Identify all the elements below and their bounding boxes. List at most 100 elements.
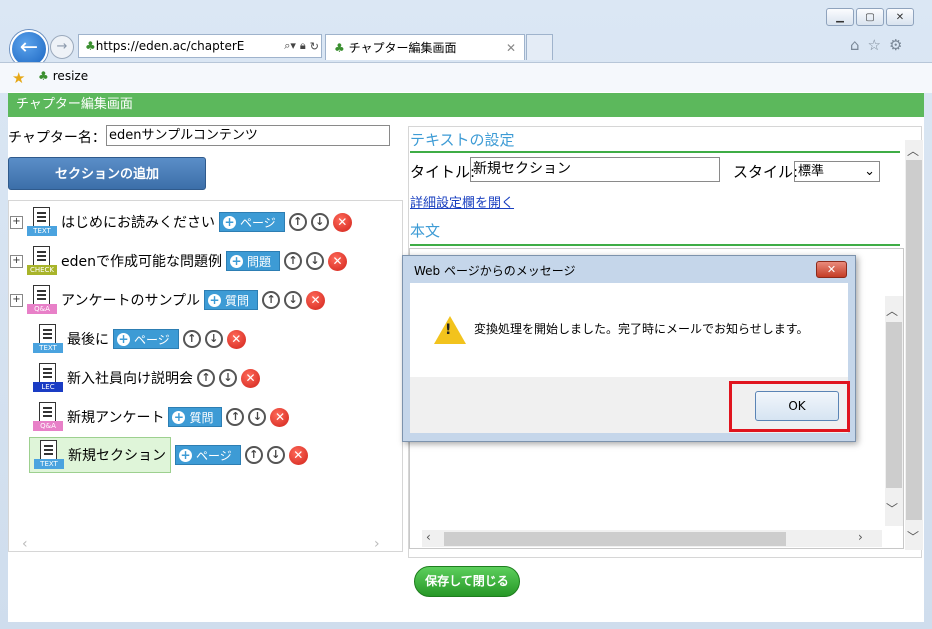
- add-page-button[interactable]: + ページ: [219, 212, 285, 232]
- move-down-icon[interactable]: ↓: [306, 252, 325, 270]
- minimize-button[interactable]: ▁: [826, 8, 854, 26]
- move-up-icon[interactable]: ↑: [262, 291, 281, 309]
- favorites-bar: [0, 62, 932, 93]
- text-settings-heading: テキストの設定: [410, 129, 900, 153]
- chapter-name-input[interactable]: edenサンプルコンテンツ: [106, 125, 390, 146]
- item-label[interactable]: 最後に: [67, 329, 109, 349]
- style-label: スタイル:: [733, 163, 799, 181]
- add-favorite-icon[interactable]: ★: [12, 69, 25, 87]
- list-item[interactable]: LEC 新入社員向け説明会 ↑ ↓ ✕: [33, 363, 260, 393]
- search-icon[interactable]: ⌕▾: [284, 39, 296, 53]
- add-question-button[interactable]: + 質問: [204, 290, 259, 310]
- favorite-resize[interactable]: ♣ resize: [38, 69, 88, 83]
- style-select[interactable]: 標準 ⌄: [794, 161, 880, 182]
- item-label[interactable]: はじめにお読みください: [61, 212, 215, 232]
- move-up-icon[interactable]: ↑: [284, 252, 303, 270]
- chapter-name-label: チャプター名：: [8, 130, 106, 146]
- maximize-button[interactable]: ▢: [856, 8, 884, 26]
- add-section-button[interactable]: セクションの追加: [8, 157, 206, 190]
- item-label[interactable]: アンケートのサンプル: [61, 290, 200, 310]
- item-label[interactable]: 新規セクション: [68, 445, 166, 465]
- item-label[interactable]: 新入社員向け説明会: [67, 368, 193, 388]
- add-question-button[interactable]: + 質問: [168, 407, 223, 427]
- move-up-icon[interactable]: ↑: [288, 213, 307, 231]
- window-controls: ▁ ▢ ✕: [826, 8, 914, 26]
- tab-close-icon[interactable]: ✕: [506, 41, 516, 55]
- window-close-button[interactable]: ✕: [886, 8, 914, 26]
- list-item[interactable]: + Q&A アンケートのサンプル + 質問 ↑ ↓ ✕: [10, 285, 326, 315]
- move-up-icon[interactable]: ↑: [197, 369, 215, 387]
- move-down-icon[interactable]: ↓: [204, 330, 223, 348]
- text-doc-icon: TEXT: [33, 324, 63, 354]
- style-value: 標準: [798, 164, 825, 179]
- ok-button[interactable]: OK: [755, 391, 839, 421]
- move-up-icon[interactable]: ↑: [226, 408, 245, 426]
- add-question-button[interactable]: + 問題: [226, 251, 281, 271]
- list-item[interactable]: TEXT 最後に + ページ ↑ ↓ ✕: [33, 324, 246, 354]
- address-bar[interactable]: ♣ https://eden.ac/chapterE ⌕▾ 🔒︎ ↻: [78, 34, 322, 58]
- home-icon[interactable]: ⌂: [850, 36, 860, 54]
- gear-icon[interactable]: ⚙: [889, 36, 902, 54]
- move-down-icon[interactable]: ↓: [310, 213, 329, 231]
- warning-mark: !: [445, 322, 452, 338]
- editor-scroll-left-icon[interactable]: ‹: [426, 530, 431, 544]
- address-url[interactable]: https://eden.ac/chapterE: [96, 39, 282, 53]
- dialog-message: 変換処理を開始しました。完了時にメールでお知らせします。: [474, 322, 809, 336]
- move-up-icon[interactable]: ↑: [244, 446, 263, 464]
- move-up-icon[interactable]: ↑: [182, 330, 201, 348]
- expand-icon[interactable]: +: [10, 254, 23, 268]
- qa-doc-icon: Q&A: [33, 402, 63, 432]
- lec-doc-icon: LEC: [33, 363, 63, 393]
- delete-icon[interactable]: ✕: [328, 251, 348, 271]
- editor-scroll-right-icon[interactable]: ›: [858, 530, 863, 544]
- editor-scroll-down-icon[interactable]: ﹀: [886, 500, 898, 517]
- add-page-button[interactable]: + ページ: [175, 445, 241, 465]
- body-heading: 本文: [410, 220, 900, 246]
- title-label: タイトル:: [410, 163, 476, 181]
- delete-icon[interactable]: ✕: [288, 445, 308, 465]
- page-scroll-down-icon[interactable]: ﹀: [907, 528, 919, 545]
- selected-item[interactable]: TEXT 新規セクション: [29, 437, 171, 473]
- open-details-link[interactable]: 詳細設定欄を開く: [410, 192, 514, 211]
- page-title: チャプター編集画面: [8, 93, 924, 117]
- editor-horizontal-thumb[interactable]: [444, 532, 786, 546]
- delete-icon[interactable]: ✕: [226, 329, 246, 349]
- list-item-selected[interactable]: TEXT 新規セクション + ページ ↑ ↓ ✕: [29, 437, 308, 473]
- delete-icon[interactable]: ✕: [332, 212, 352, 232]
- save-and-close-button[interactable]: 保存して閉じる: [414, 566, 520, 597]
- move-down-icon[interactable]: ↓: [219, 369, 237, 387]
- add-page-button[interactable]: + ページ: [113, 329, 179, 349]
- delete-icon[interactable]: ✕: [241, 368, 260, 388]
- expand-icon[interactable]: +: [10, 293, 23, 307]
- tab-chapter-edit[interactable]: ♣ チャプター編集画面 ✕: [325, 34, 525, 60]
- scroll-right-icon[interactable]: ›: [374, 536, 380, 552]
- move-down-icon[interactable]: ↓: [248, 408, 267, 426]
- expand-icon[interactable]: +: [10, 215, 23, 229]
- item-label[interactable]: edenで作成可能な問題例: [61, 251, 222, 271]
- list-item[interactable]: + CHECK edenで作成可能な問題例 + 問題 ↑ ↓ ✕: [10, 246, 348, 276]
- move-down-icon[interactable]: ↓: [266, 446, 285, 464]
- delete-icon[interactable]: ✕: [270, 407, 290, 427]
- editor-scroll-up-icon[interactable]: ︿: [886, 302, 898, 319]
- favorites-star-icon[interactable]: ☆: [868, 36, 881, 54]
- qa-doc-icon: Q&A: [27, 285, 57, 315]
- delete-icon[interactable]: ✕: [306, 290, 326, 310]
- lock-icon[interactable]: 🔒︎: [300, 39, 306, 53]
- text-doc-icon: TEXT: [34, 440, 64, 470]
- item-label[interactable]: 新規アンケート: [67, 407, 164, 427]
- title-input[interactable]: 新規セクション: [470, 157, 720, 182]
- list-item[interactable]: + TEXT はじめにお読みください + ページ ↑ ↓ ✕: [10, 207, 352, 237]
- text-doc-icon: TEXT: [27, 207, 57, 237]
- new-tab-button[interactable]: [526, 34, 553, 60]
- scroll-left-icon[interactable]: ‹: [22, 536, 28, 552]
- move-down-icon[interactable]: ↓: [284, 291, 303, 309]
- tab-site-icon: ♣: [334, 40, 349, 55]
- list-item[interactable]: Q&A 新規アンケート + 質問 ↑ ↓ ✕: [33, 402, 290, 432]
- editor-vertical-thumb[interactable]: [886, 322, 902, 488]
- page-vertical-thumb[interactable]: [906, 160, 922, 520]
- chevron-down-icon: ⌄: [864, 164, 875, 179]
- dialog-close-button[interactable]: ✕: [816, 261, 847, 278]
- forward-button[interactable]: →: [50, 35, 74, 59]
- refresh-icon[interactable]: ↻: [310, 40, 319, 53]
- page-scroll-up-icon[interactable]: ︿: [907, 142, 919, 159]
